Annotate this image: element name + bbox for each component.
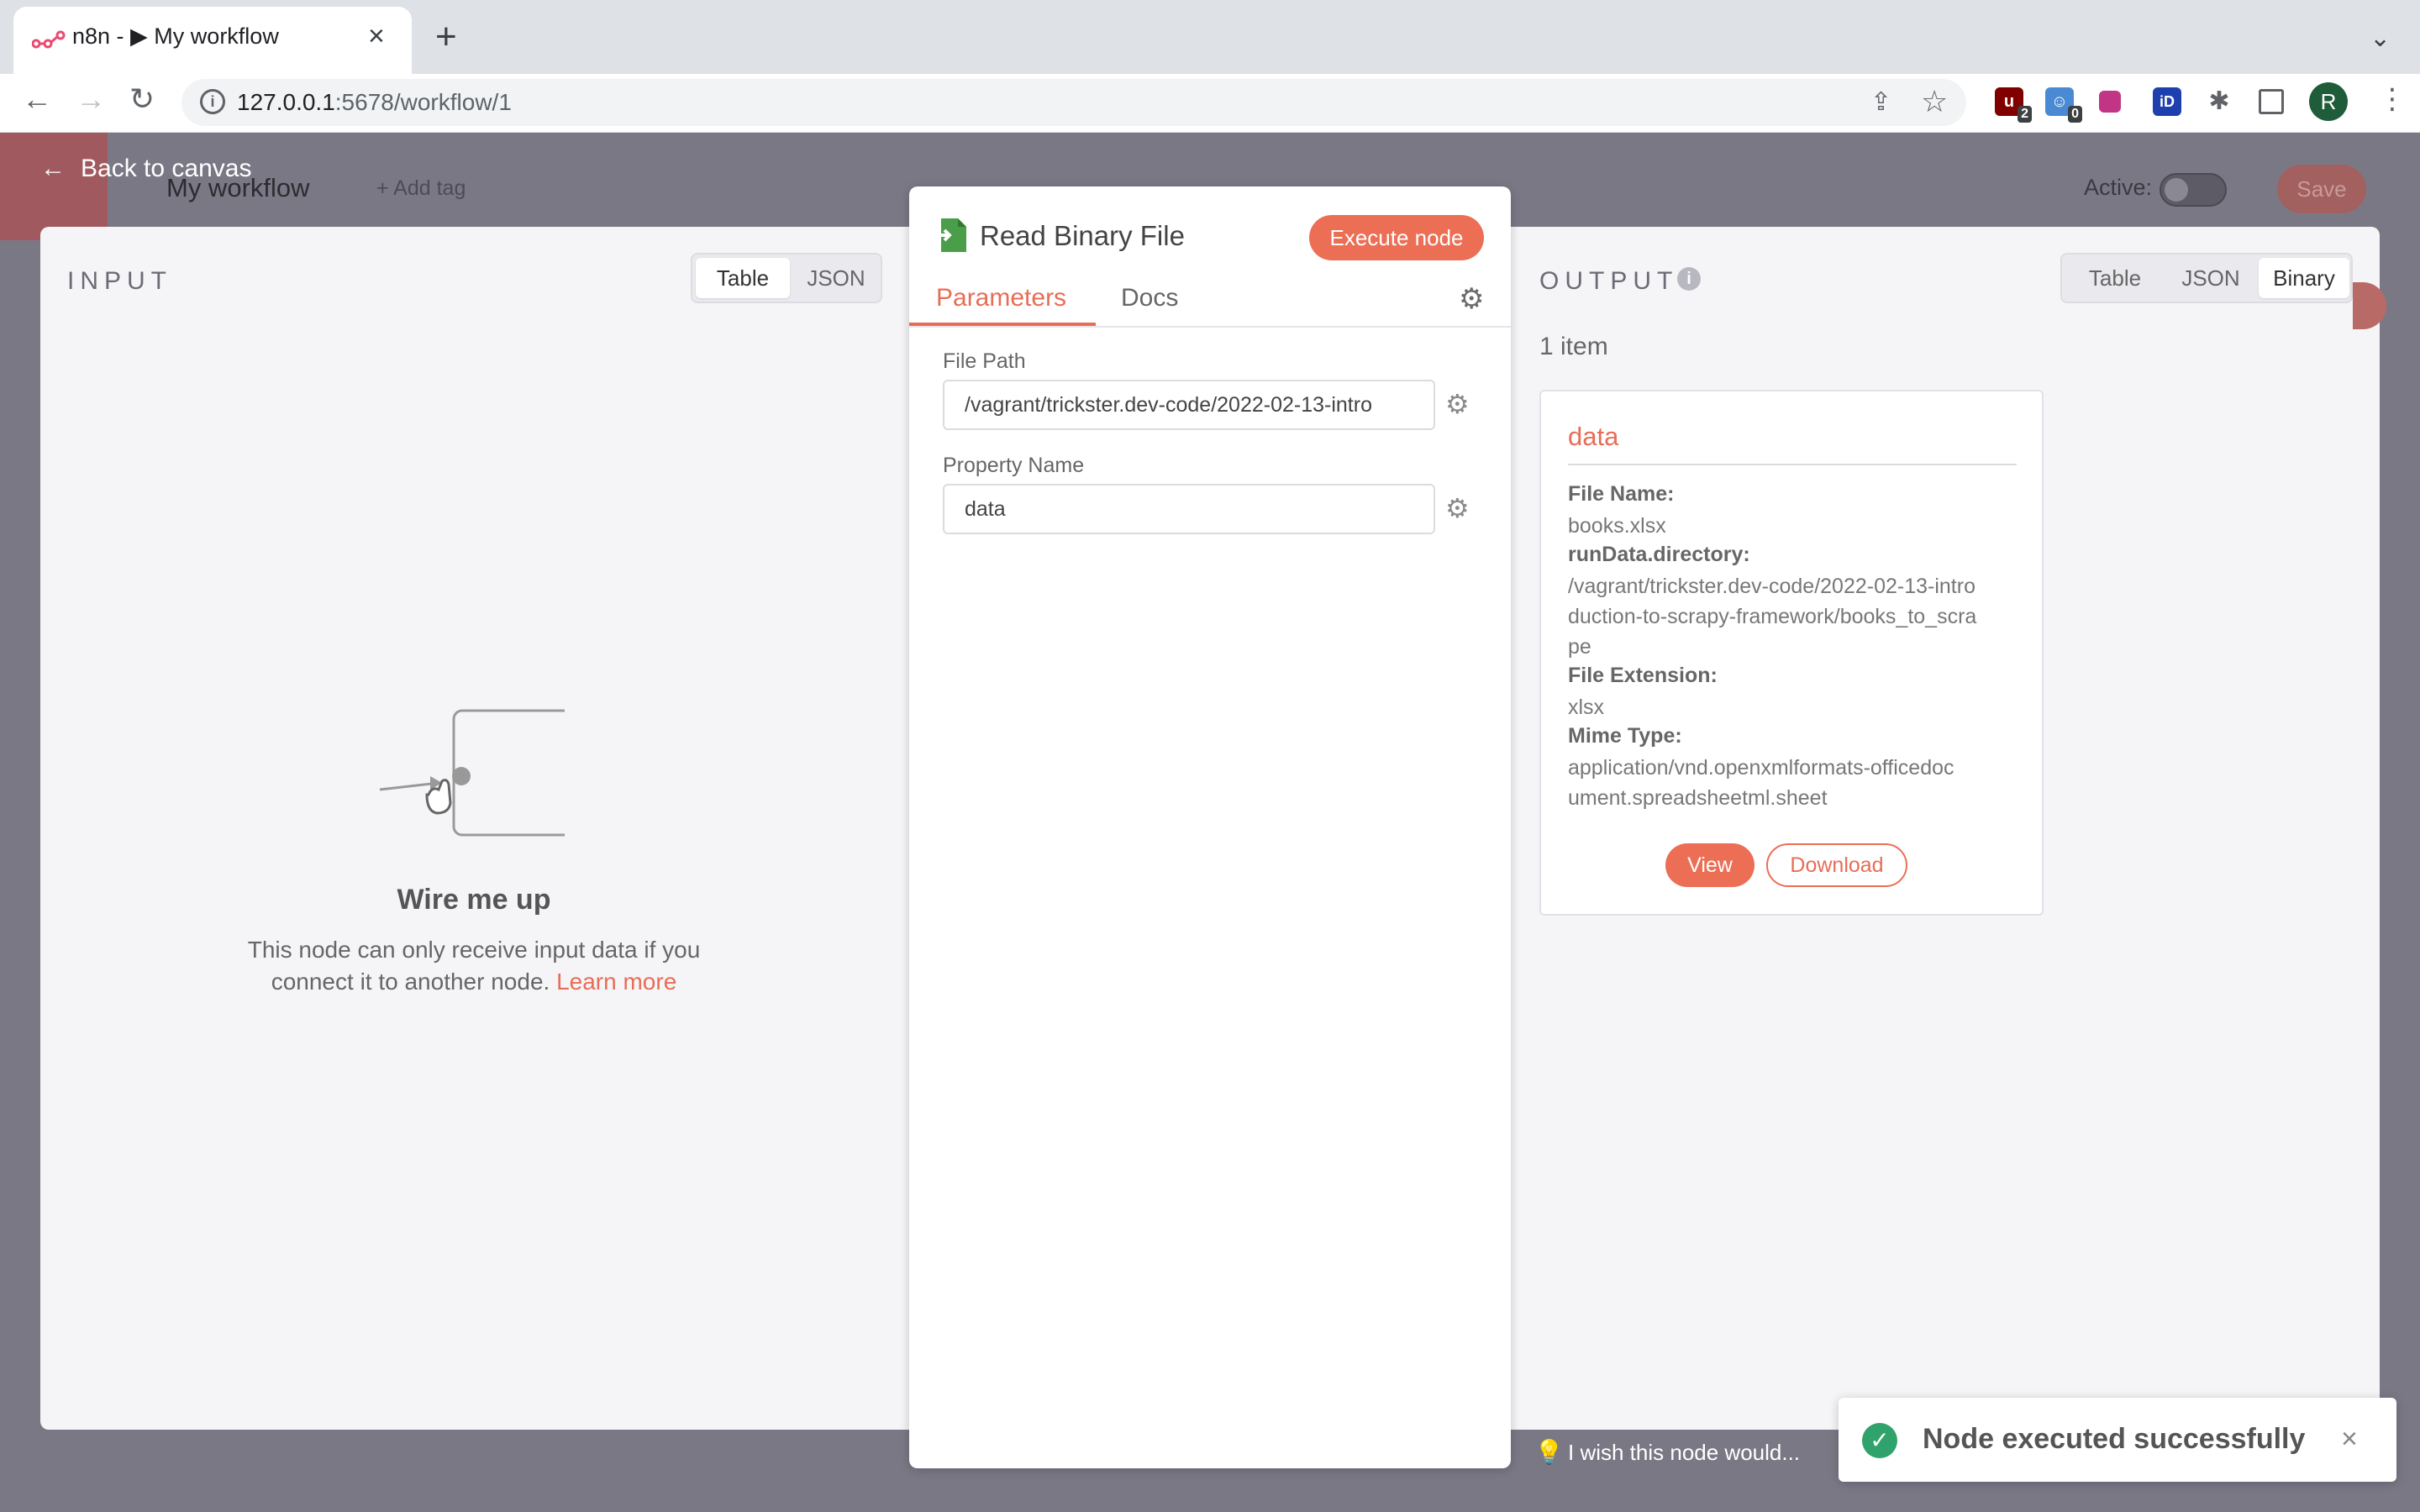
- output-info-icon[interactable]: i: [1677, 267, 1701, 291]
- node-settings-gear-icon[interactable]: ⚙: [1459, 282, 1484, 316]
- back-to-canvas-button[interactable]: ← Back to canvas: [40, 155, 251, 183]
- file-path-label: File Path: [943, 349, 1026, 373]
- new-tab-icon[interactable]: +: [435, 18, 457, 55]
- view-binary-button[interactable]: View: [1665, 843, 1754, 887]
- download-binary-button[interactable]: Download: [1766, 843, 1907, 887]
- directory-key: runData.directory:: [1568, 543, 1750, 566]
- toast-close-icon[interactable]: ×: [2341, 1423, 2358, 1456]
- input-view-table[interactable]: Table: [696, 258, 790, 298]
- tab-divider: [909, 326, 1511, 328]
- binary-property-name: data: [1568, 422, 1619, 451]
- active-label: Active:: [2084, 175, 2153, 200]
- file-name-key: File Name:: [1568, 482, 1675, 506]
- address-url[interactable]: 127.0.0.1:5678/workflow/1: [237, 89, 512, 116]
- lightbulb-icon: 💡: [1534, 1439, 1564, 1465]
- browser-tab[interactable]: n8n - ▶ My workflow ×: [13, 7, 412, 74]
- panel-edge-handle: [2353, 282, 2386, 329]
- binary-card-divider: [1568, 464, 2017, 465]
- node-title[interactable]: Read Binary File: [980, 220, 1185, 252]
- profile-avatar[interactable]: R: [2309, 82, 2348, 121]
- mime-type-key: Mime Type:: [1568, 724, 1682, 748]
- file-extension-key: File Extension:: [1568, 664, 1718, 687]
- output-view-switch: Table JSON Binary: [2060, 253, 2353, 303]
- tab-search-chevron-icon[interactable]: ⌄: [2370, 24, 2391, 53]
- reload-icon[interactable]: ↻: [129, 84, 155, 114]
- site-info-icon[interactable]: i: [200, 89, 225, 114]
- instagram-extension-icon[interactable]: [2099, 91, 2121, 113]
- learn-more-link[interactable]: Learn more: [556, 969, 676, 995]
- output-title: OUTPUT: [1539, 267, 1679, 295]
- execute-node-button[interactable]: Execute node: [1309, 215, 1484, 260]
- browser-tab-title: n8n - ▶ My workflow: [72, 24, 279, 49]
- mime-type-value: application/vnd.openxmlformats-officedoc…: [1568, 756, 1954, 810]
- wire-me-up-text: This node can only receive input data if…: [210, 934, 738, 998]
- property-name-label: Property Name: [943, 454, 1085, 477]
- toggle-knob: [2165, 178, 2188, 202]
- address-bar[interactable]: i 127.0.0.1:5678/workflow/1 ⇪ ☆: [182, 79, 1966, 126]
- input-view-switch: Table JSON: [691, 253, 882, 303]
- property-name-options-gears-icon[interactable]: ⚙: [1445, 492, 1470, 524]
- tab-parameters[interactable]: Parameters: [936, 284, 1066, 312]
- output-view-binary[interactable]: Binary: [2259, 258, 2349, 298]
- output-item-count: 1 item: [1539, 333, 1608, 360]
- arrow-left-icon: ←: [40, 155, 66, 182]
- n8n-favicon-icon: [32, 30, 66, 49]
- save-button: Save: [2277, 165, 2366, 213]
- file-extension-value: xlsx: [1568, 696, 1605, 719]
- browser-menu-icon[interactable]: ⋮: [2378, 82, 2407, 116]
- toast-message: Node executed successfully: [1923, 1423, 2306, 1455]
- feedback-link[interactable]: I wish this node would...: [1568, 1440, 1800, 1466]
- input-title: INPUT: [67, 267, 172, 295]
- share-icon[interactable]: ⇪: [1870, 87, 1891, 117]
- file-path-options-gears-icon[interactable]: ⚙: [1445, 388, 1470, 420]
- file-path-input[interactable]: /vagrant/trickster.dev-code/2022-02-13-i…: [943, 380, 1435, 430]
- bookmark-star-icon[interactable]: ☆: [1921, 84, 1948, 119]
- n8n-logo: [0, 133, 108, 240]
- active-toggle: [2160, 173, 2227, 207]
- success-check-icon: ✓: [1862, 1423, 1897, 1458]
- output-view-table[interactable]: Table: [2065, 258, 2165, 298]
- wire-illustration: [379, 709, 565, 837]
- property-name-input[interactable]: data: [943, 484, 1435, 534]
- back-arrow-icon[interactable]: ←: [22, 84, 52, 114]
- back-to-canvas-label: Back to canvas: [81, 155, 252, 182]
- active-tab-underline: [909, 323, 1096, 326]
- id-extension-icon[interactable]: iD: [2153, 87, 2181, 116]
- node-parameters-panel: [909, 186, 1511, 1468]
- file-name-value: books.xlsx: [1568, 514, 1666, 538]
- directory-value: /vagrant/trickster.dev-code/2022-02-13-i…: [1568, 575, 1977, 659]
- tab-docs[interactable]: Docs: [1121, 284, 1178, 312]
- tab-close-icon[interactable]: ×: [368, 22, 385, 50]
- output-view-json[interactable]: JSON: [2165, 258, 2257, 298]
- read-binary-file-icon: [934, 218, 966, 252]
- input-view-json[interactable]: JSON: [793, 258, 879, 298]
- forward-arrow-icon[interactable]: →: [76, 84, 106, 114]
- wire-me-up-title: Wire me up: [397, 884, 551, 916]
- ghostery-extension-icon[interactable]: ☺ 0: [2045, 87, 2082, 123]
- ublock-extension-icon[interactable]: u2: [1995, 87, 2032, 123]
- extensions-puzzle-icon[interactable]: ✱: [2205, 87, 2233, 116]
- add-tag-link: + Add tag: [376, 176, 466, 200]
- side-panel-icon[interactable]: [2259, 89, 2284, 114]
